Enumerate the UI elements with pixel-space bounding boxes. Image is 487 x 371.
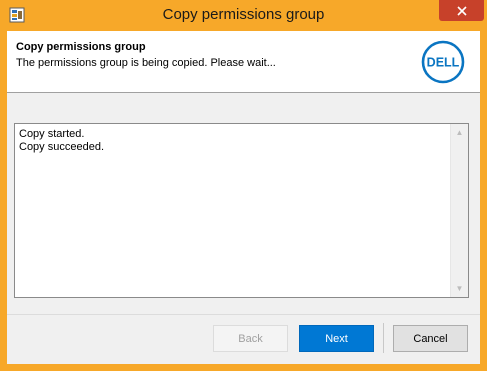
log-line: Copy succeeded. <box>19 141 104 153</box>
window-title: Copy permissions group <box>162 6 325 23</box>
back-button[interactable]: Back <box>213 325 288 352</box>
logo-text: DELL <box>427 56 460 70</box>
cancel-button[interactable]: Cancel <box>393 325 468 352</box>
vertical-scrollbar[interactable]: ▲ ▼ <box>450 124 468 297</box>
footer-separator <box>7 314 480 315</box>
button-divider <box>383 323 384 353</box>
dialog-window: Copy permissions group Copy permissions … <box>0 0 487 371</box>
scroll-up-arrow-icon[interactable]: ▲ <box>451 124 468 141</box>
log-output[interactable]: Copy started. Copy succeeded. ▲ ▼ <box>14 123 469 298</box>
header-subtitle: The permissions group is being copied. P… <box>16 57 276 69</box>
header-title: Copy permissions group <box>16 41 146 53</box>
log-text: Copy started. Copy succeeded. <box>19 128 104 154</box>
scroll-down-arrow-icon[interactable]: ▼ <box>451 280 468 297</box>
wizard-header: Copy permissions group The permissions g… <box>7 31 480 93</box>
next-button[interactable]: Next <box>299 325 374 352</box>
title-bar[interactable]: Copy permissions group <box>0 0 487 31</box>
dialog-body: Copy permissions group The permissions g… <box>7 31 480 364</box>
close-icon <box>456 5 467 16</box>
dell-logo: DELL <box>421 40 465 84</box>
log-line: Copy started. <box>19 128 85 140</box>
close-button[interactable] <box>439 0 484 21</box>
